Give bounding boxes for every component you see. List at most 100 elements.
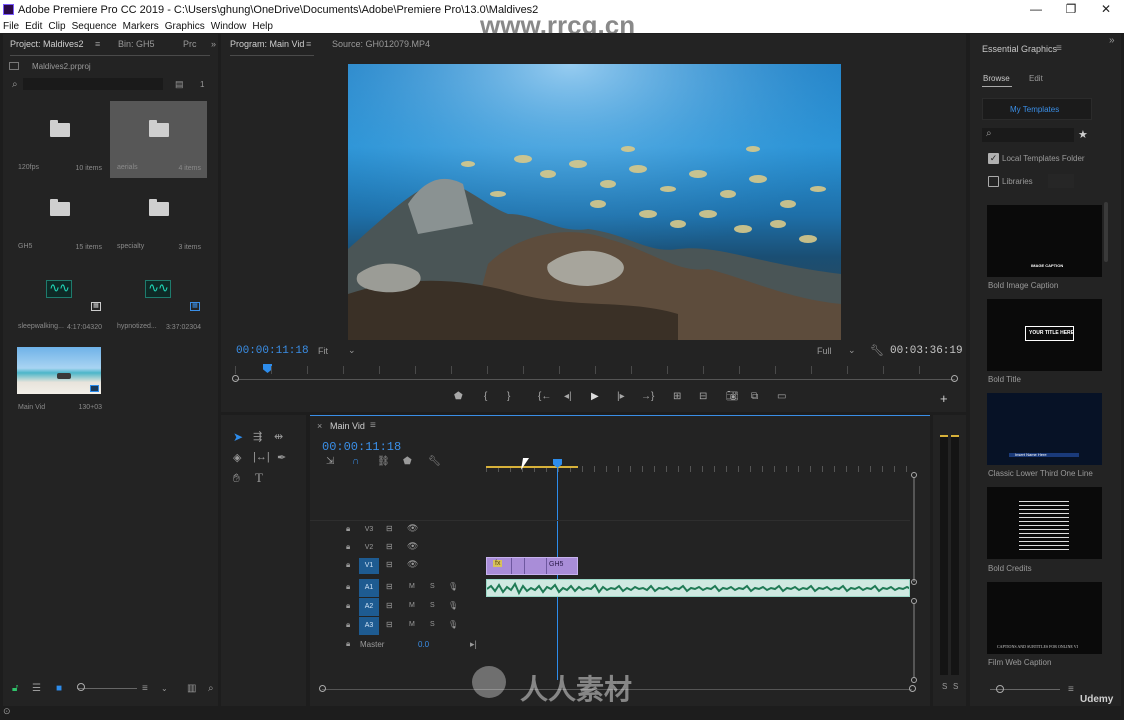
lift-icon[interactable]: ⊞ <box>673 391 681 402</box>
export-frame-camera-icon[interactable]: 📷︎ <box>726 391 739 402</box>
template-thumb-bold-credits[interactable] <box>987 487 1102 559</box>
bin-gh5[interactable]: GH5 15 items <box>11 180 108 257</box>
proxy-toggle-icon[interactable]: ▭ <box>777 391 786 402</box>
menu-clip[interactable]: Clip <box>48 21 65 32</box>
solo-button[interactable]: S <box>430 621 435 628</box>
go-to-end-icon[interactable]: ▸| <box>470 639 477 650</box>
go-to-in-icon[interactable]: {← <box>538 391 551 402</box>
zoom-slider[interactable] <box>77 688 137 689</box>
track-label[interactable]: V1 <box>359 558 379 574</box>
sequence-main-vid[interactable]: Main Vid 130+03 <box>11 342 108 412</box>
scrub-start-handle[interactable] <box>232 375 239 382</box>
menu-graphics[interactable]: Graphics <box>165 21 205 32</box>
pen-tool-icon[interactable]: ✒ <box>277 451 286 464</box>
video-zoom-handle-end[interactable] <box>911 579 917 585</box>
quality-dropdown-chevron-icon[interactable]: ⌄ <box>848 345 856 356</box>
selection-tool-icon[interactable]: ➤ <box>233 430 243 444</box>
audio-zoom-handle-end[interactable] <box>911 677 917 683</box>
tab-prc[interactable]: Prc <box>183 39 197 49</box>
icon-view-icon[interactable]: ■ <box>56 683 62 694</box>
menu-markers[interactable]: Markers <box>123 21 159 32</box>
solo-left-button[interactable]: S <box>942 682 947 691</box>
new-bin-icon[interactable]: ▤ <box>175 79 184 90</box>
tab-source[interactable]: Source: GH012079.MP4 <box>332 39 430 49</box>
go-to-out-icon[interactable]: →} <box>641 391 654 402</box>
button-editor-add-icon[interactable]: + <box>940 391 948 406</box>
zoom-slider-handle[interactable] <box>77 683 85 691</box>
favorite-star-icon[interactable]: ★ <box>1078 128 1088 141</box>
templates-search-input[interactable]: ⌕ <box>982 128 1074 142</box>
track-lock-icon[interactable]: 🔒︎ <box>346 524 350 534</box>
eg-menu-icon[interactable]: ≡ <box>1056 43 1062 54</box>
tab-project[interactable]: Project: Maldives2 <box>10 39 84 49</box>
program-tab-menu-icon[interactable]: ≡ <box>306 39 311 49</box>
add-marker-icon[interactable]: ⬟ <box>454 391 463 402</box>
toggle-output-eye-icon[interactable]: 👁︎ <box>407 559 418 570</box>
timeline-settings-wrench-icon[interactable]: 🔧︎ <box>428 456 441 467</box>
track-lock-icon[interactable]: 🔒︎ <box>346 620 350 630</box>
track-lock-icon[interactable]: 🔒︎ <box>346 560 350 570</box>
track-lock-icon[interactable]: 🔒︎ <box>346 582 350 592</box>
mute-button[interactable]: M <box>409 602 415 609</box>
toggle-output-eye-icon[interactable]: 👁︎ <box>407 523 418 534</box>
tab-browse[interactable]: Browse <box>983 74 1010 83</box>
scrub-end-handle[interactable] <box>951 375 958 382</box>
eg-more-icon[interactable]: » <box>1109 35 1115 46</box>
audio-clip-sleepwalking[interactable]: ∿∿ ▦ sleepwalking... 4:17:04320 <box>11 270 108 335</box>
audio-clip-hypnotized[interactable]: ∿∿ ▦ hypnotized... 3:37:02304 <box>110 270 207 335</box>
snap-magnet-icon[interactable]: ∩ <box>352 456 359 467</box>
toggle-output-eye-icon[interactable]: 👁︎ <box>407 541 418 552</box>
audio-clip-a1[interactable] <box>486 579 910 597</box>
video-track-scrollbar[interactable] <box>913 478 915 582</box>
sort-icon[interactable]: ≡ <box>142 683 148 694</box>
voiceover-mic-icon[interactable]: 🎙︎ <box>448 620 458 629</box>
mark-in-icon[interactable]: { <box>484 391 487 402</box>
libraries-dropdown[interactable] <box>1048 174 1074 188</box>
program-scrub-bar[interactable] <box>235 379 955 380</box>
menu-file[interactable]: File <box>3 21 19 32</box>
track-lock-icon[interactable]: 🔒︎ <box>346 639 350 649</box>
h-scroll-end-handle[interactable] <box>909 685 916 692</box>
sync-lock-icon[interactable]: ⊟ <box>386 560 393 569</box>
solo-right-button[interactable]: S <box>953 682 958 691</box>
close-button[interactable]: ✕ <box>1089 0 1123 19</box>
minimize-button[interactable]: — <box>1019 0 1053 19</box>
comparison-view-icon[interactable]: ⧉ <box>751 391 758 402</box>
fit-dropdown-chevron-icon[interactable]: ⌄ <box>348 345 356 356</box>
razor-tool-icon[interactable]: ◈ <box>233 451 241 464</box>
menu-help[interactable]: Help <box>252 21 273 32</box>
fit-dropdown[interactable]: Fit <box>318 346 328 356</box>
track-lock-icon[interactable]: 🔒︎ <box>346 601 350 611</box>
template-thumb-bold-image-caption[interactable]: IMAGE CAPTION <box>987 205 1102 277</box>
ripple-edit-tool-icon[interactable]: ⇹ <box>274 430 283 443</box>
template-thumb-bold-title[interactable]: YOUR TITLE HERE <box>987 299 1102 371</box>
type-tool-icon[interactable]: T <box>255 470 263 486</box>
bin-aerials[interactable]: aerials 4 items <box>110 101 207 178</box>
template-thumb-lower-third[interactable]: Insert Name Here <box>987 393 1102 465</box>
sync-lock-icon[interactable]: ⊟ <box>386 582 393 591</box>
quality-dropdown[interactable]: Full <box>817 346 832 356</box>
track-label[interactable]: A3 <box>359 617 379 635</box>
sync-lock-icon[interactable]: ⊟ <box>386 601 393 610</box>
template-thumb-film-web-caption[interactable]: CAPTIONS AND SUBTITLES FOR ONLINE VI <box>987 582 1102 654</box>
menu-sequence[interactable]: Sequence <box>72 21 117 32</box>
track-label[interactable]: A2 <box>359 598 379 616</box>
close-sequence-icon[interactable]: × <box>317 421 322 431</box>
track-lock-icon[interactable]: 🔒︎ <box>346 542 350 552</box>
restore-button[interactable]: ❐ <box>1054 0 1088 19</box>
program-video-frame[interactable] <box>348 64 841 340</box>
step-back-icon[interactable]: ◂| <box>564 391 572 402</box>
tab-bin-gh5[interactable]: Bin: GH5 <box>118 39 155 49</box>
lock-icon[interactable]: 🔓︎ <box>12 683 18 694</box>
master-volume[interactable]: 0.0 <box>418 640 429 649</box>
video-clip-v1[interactable]: fx GH5 <box>486 557 578 575</box>
menu-edit[interactable]: Edit <box>25 21 42 32</box>
solo-button[interactable]: S <box>430 602 435 609</box>
work-area-bar[interactable] <box>486 466 578 468</box>
nest-toggle-icon[interactable]: ⇲ <box>326 456 334 467</box>
linked-selection-icon[interactable]: ⛓︎ <box>377 456 390 467</box>
project-search-input[interactable] <box>23 78 163 90</box>
sort-dropdown-icon[interactable]: ⌄ <box>161 684 168 693</box>
eg-slider-handle[interactable] <box>996 685 1004 693</box>
more-tabs-icon[interactable]: » <box>211 39 216 49</box>
